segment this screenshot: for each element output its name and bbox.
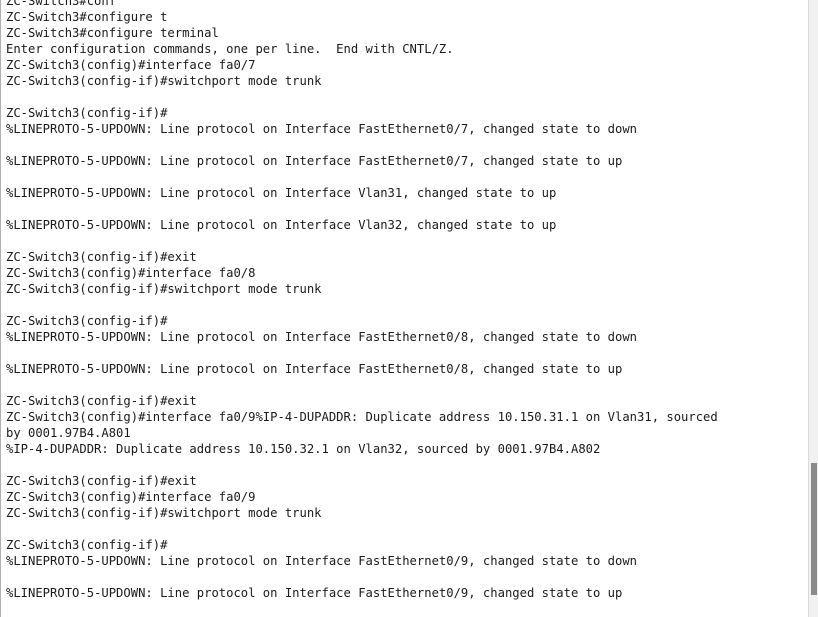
terminal-line: ZC-Switch3#configure t [6, 10, 168, 24]
terminal-text-area: ZC-Switch3#conf ZC-Switch3#configure t ZC-… [6, 0, 805, 601]
terminal-line: ZC-Switch3(config-if)#exit [6, 394, 197, 408]
terminal-line: ZC-Switch3(config-if)# [6, 538, 168, 552]
terminal-line: by 0001.97B4.A801 [6, 426, 131, 440]
terminal-line: %LINEPROTO-5-UPDOWN: Line protocol on In… [6, 186, 557, 200]
scrollbar-thumb[interactable] [811, 463, 817, 595]
terminal-line: %LINEPROTO-5-UPDOWN: Line protocol on In… [6, 154, 623, 168]
terminal-line: %IP-4-DUPADDR: Duplicate address 10.150.… [6, 442, 601, 456]
terminal-line: Enter configuration commands, one per li… [6, 42, 454, 56]
terminal-line: ZC-Switch3(config)#interface fa0/7 [6, 58, 256, 72]
terminal-line: ZC-Switch3(config)#interface fa0/9%IP-4-… [6, 410, 718, 424]
terminal-line: ZC-Switch3(config-if)#exit [6, 474, 197, 488]
terminal-line: ZC-Switch3#configure terminal [6, 26, 219, 40]
terminal-line: ZC-Switch3#conf [6, 0, 117, 8]
terminal-line: ZC-Switch3(config-if)# [6, 314, 168, 328]
terminal-line: ZC-Switch3(config-if)# [6, 106, 168, 120]
terminal-line: %LINEPROTO-5-UPDOWN: Line protocol on In… [6, 586, 623, 600]
terminal-line: ZC-Switch3(config)#interface fa0/9 [6, 490, 256, 504]
terminal-line: ZC-Switch3(config-if)#switchport mode tr… [6, 74, 322, 88]
terminal-line: %LINEPROTO-5-UPDOWN: Line protocol on In… [6, 218, 557, 232]
terminal-line: ZC-Switch3(config-if)#switchport mode tr… [6, 282, 322, 296]
terminal-output[interactable]: ZC-Switch3#conf ZC-Switch3#configure t ZC-… [0, 0, 809, 617]
terminal-line: ZC-Switch3(config)#interface fa0/8 [6, 266, 256, 280]
vertical-scrollbar[interactable] [808, 0, 818, 617]
terminal-line: ZC-Switch3(config-if)#exit [6, 250, 197, 264]
terminal-line: %LINEPROTO-5-UPDOWN: Line protocol on In… [6, 362, 623, 376]
terminal-line: %LINEPROTO-5-UPDOWN: Line protocol on In… [6, 122, 638, 136]
terminal-line: %LINEPROTO-5-UPDOWN: Line protocol on In… [6, 330, 638, 344]
terminal-line: ZC-Switch3(config-if)#switchport mode tr… [6, 506, 322, 520]
terminal-line: %LINEPROTO-5-UPDOWN: Line protocol on In… [6, 554, 638, 568]
